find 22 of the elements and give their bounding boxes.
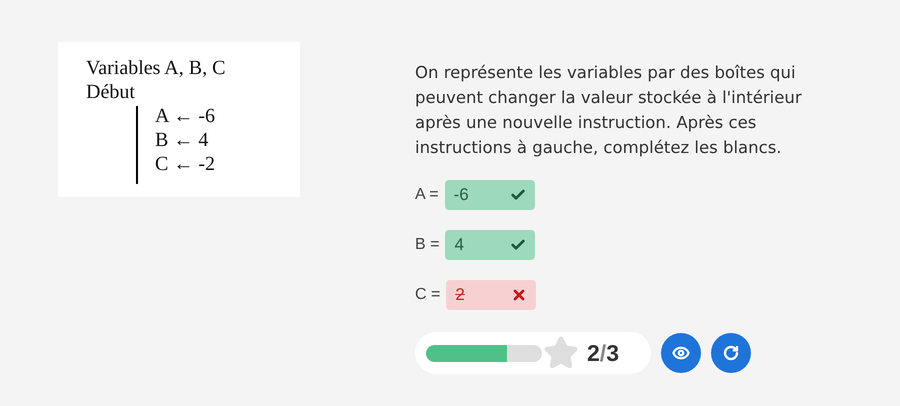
algorithm-line: Début — [86, 80, 135, 104]
variable-label: C = — [415, 285, 440, 305]
variable-label: A = — [415, 185, 439, 205]
answer-field[interactable]: 2 — [446, 280, 536, 310]
algorithm-line: A ← -6 — [155, 104, 215, 128]
star-icon — [543, 335, 579, 371]
instructions-text: On représente les variables par des boîtes qui peuvent changer la valeur stockée à l'intérieur après une nouvelle instruction. Après ces instructions à gauche, complétez les blancs. — [415, 62, 803, 159]
show-answer-button[interactable] — [661, 333, 701, 373]
algorithm-line: Variables A, B, C — [86, 56, 226, 80]
answer-value: 2 — [455, 284, 465, 306]
answer-field[interactable]: 4 — [445, 230, 536, 260]
answer-value: 4 — [454, 234, 464, 256]
retry-button[interactable] — [711, 333, 751, 373]
algorithm-line: C ← -2 — [155, 152, 215, 176]
answer-value: -6 — [454, 184, 469, 206]
answer-field[interactable]: -6 — [444, 180, 535, 210]
variable-label: B = — [415, 235, 440, 255]
eye-icon — [672, 344, 690, 362]
algorithm-line: B ← 4 — [155, 128, 208, 152]
score-text: 2/3 — [587, 338, 619, 368]
cross-icon — [511, 287, 528, 303]
retry-icon — [723, 345, 739, 361]
